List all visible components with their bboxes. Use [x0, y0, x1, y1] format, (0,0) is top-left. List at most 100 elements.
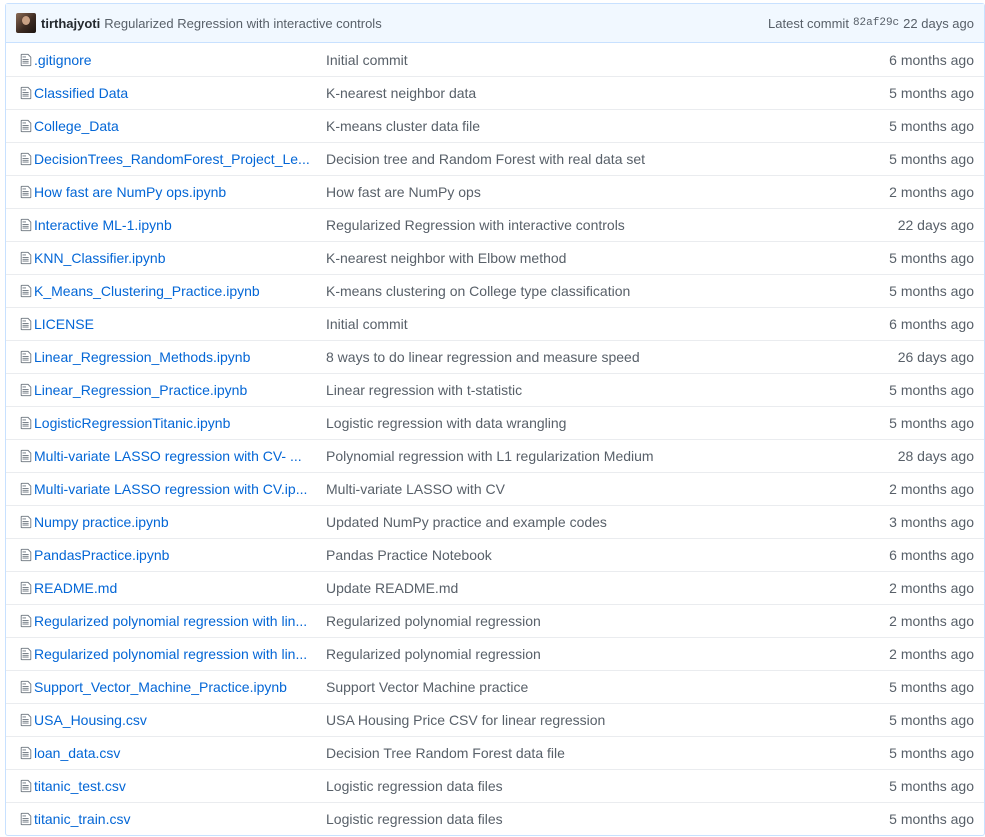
file-commit-message-link[interactable]: Initial commit: [326, 52, 834, 68]
file-name-link[interactable]: LICENSE: [33, 316, 320, 332]
file-commit-message-link[interactable]: How fast are NumPy ops: [326, 184, 834, 200]
file-text-icon: [20, 218, 32, 232]
commit-message-link[interactable]: Regularized Regression with interactive …: [104, 16, 381, 31]
file-name-link[interactable]: USA_Housing.csv: [33, 712, 320, 728]
file-row: USA_Housing.csv USA Housing Price CSV for…: [6, 703, 984, 736]
file-commit-age: 5 months ago: [889, 382, 974, 398]
commit-author-link[interactable]: tirthajyoti: [41, 16, 100, 31]
file-commit-age: 5 months ago: [889, 778, 974, 794]
file-row: loan_data.csv Decision Tree Random Forest…: [6, 736, 984, 769]
file-commit-age: 6 months ago: [889, 316, 974, 332]
file-name-link[interactable]: Support_Vector_Machine_Practice.ipynb: [33, 679, 320, 695]
file-icon-cell: [6, 350, 33, 364]
file-icon-cell: [6, 383, 33, 397]
file-name-link[interactable]: College_Data: [33, 118, 320, 134]
file-icon-cell: [6, 614, 33, 628]
file-name-link[interactable]: DecisionTrees_RandomForest_Project_Le...: [33, 151, 320, 167]
file-row: titanic_test.csv Logistic regression data…: [6, 769, 984, 802]
file-name-link[interactable]: titanic_train.csv: [33, 811, 320, 827]
file-name-link[interactable]: PandasPractice.ipynb: [33, 547, 320, 563]
file-name-link[interactable]: loan_data.csv: [33, 745, 320, 761]
commit-sha-link[interactable]: 82af29c: [853, 17, 899, 29]
file-row: How fast are NumPy ops.ipynb How fast are…: [6, 175, 984, 208]
file-commit-message-link[interactable]: Regularized Regression with interactive …: [326, 217, 834, 233]
file-icon-cell: [6, 812, 33, 826]
file-text-icon: [20, 647, 32, 661]
file-text-icon: [20, 746, 32, 760]
file-commit-message-link[interactable]: K-means clustering on College type class…: [326, 283, 834, 299]
file-text-icon: [20, 350, 32, 364]
file-commit-message-link[interactable]: Logistic regression data files: [326, 778, 834, 794]
file-commit-age: 2 months ago: [889, 580, 974, 596]
avatar[interactable]: [16, 13, 36, 33]
file-commit-message-link[interactable]: 8 ways to do linear regression and measu…: [326, 349, 834, 365]
file-text-icon: [20, 548, 32, 562]
file-commit-age: 3 months ago: [889, 514, 974, 530]
file-text-icon: [20, 416, 32, 430]
file-name-link[interactable]: Linear_Regression_Practice.ipynb: [33, 382, 320, 398]
file-icon-cell: [6, 317, 33, 331]
file-icon-cell: [6, 680, 33, 694]
file-name-link[interactable]: Classified Data: [33, 85, 320, 101]
file-row: .gitignore Initial commit 6 months ago: [6, 43, 984, 76]
file-commit-message-link[interactable]: Regularized polynomial regression: [326, 646, 834, 662]
file-row: Linear_Regression_Practice.ipynb Linear r…: [6, 373, 984, 406]
file-name-link[interactable]: K_Means_Clustering_Practice.ipynb: [33, 283, 320, 299]
file-row: LogisticRegressionTitanic.ipynb Logistic …: [6, 406, 984, 439]
file-commit-message-link[interactable]: Decision tree and Random Forest with rea…: [326, 151, 834, 167]
file-commit-age: 5 months ago: [889, 151, 974, 167]
file-row: Multi-variate LASSO regression with CV- …: [6, 439, 984, 472]
file-commit-message-link[interactable]: Pandas Practice Notebook: [326, 547, 834, 563]
file-name-link[interactable]: Multi-variate LASSO regression with CV- …: [33, 448, 320, 464]
file-name-link[interactable]: KNN_Classifier.ipynb: [33, 250, 320, 266]
file-commit-message-link[interactable]: Decision Tree Random Forest data file: [326, 745, 834, 761]
file-commit-message-link[interactable]: Linear regression with t-statistic: [326, 382, 834, 398]
file-name-link[interactable]: Interactive ML-1.ipynb: [33, 217, 320, 233]
file-text-icon: [20, 86, 32, 100]
file-text-icon: [20, 251, 32, 265]
file-commit-age: 5 months ago: [889, 283, 974, 299]
file-commit-message-link[interactable]: K-nearest neighbor data: [326, 85, 834, 101]
file-icon-cell: [6, 713, 33, 727]
file-commit-message-link[interactable]: Polynomial regression with L1 regulariza…: [326, 448, 834, 464]
latest-commit-label: Latest commit: [768, 15, 849, 31]
file-commit-message-link[interactable]: Regularized polynomial regression: [326, 613, 834, 629]
file-text-icon: [20, 185, 32, 199]
file-text-icon: [20, 812, 32, 826]
file-icon-cell: [6, 548, 33, 562]
file-icon-cell: [6, 515, 33, 529]
file-commit-message-link[interactable]: Updated NumPy practice and example codes: [326, 514, 834, 530]
file-commit-message-link[interactable]: Update README.md: [326, 580, 834, 596]
file-commit-message-link[interactable]: K-nearest neighbor with Elbow method: [326, 250, 834, 266]
file-commit-age: 5 months ago: [889, 811, 974, 827]
file-commit-message-link[interactable]: Logistic regression data files: [326, 811, 834, 827]
file-icon-cell: [6, 86, 33, 100]
file-icon-cell: [6, 779, 33, 793]
file-row: PandasPractice.ipynb Pandas Practice Note…: [6, 538, 984, 571]
file-name-link[interactable]: Multi-variate LASSO regression with CV.i…: [33, 481, 320, 497]
file-name-link[interactable]: LogisticRegressionTitanic.ipynb: [33, 415, 320, 431]
file-name-link[interactable]: titanic_test.csv: [33, 778, 320, 794]
file-text-icon: [20, 284, 32, 298]
file-commit-message-link[interactable]: Initial commit: [326, 316, 834, 332]
file-name-link[interactable]: Regularized polynomial regression with l…: [33, 613, 320, 629]
file-commit-message-link[interactable]: K-means cluster data file: [326, 118, 834, 134]
file-commit-age: 28 days ago: [897, 448, 974, 464]
file-name-link[interactable]: README.md: [33, 580, 320, 596]
file-commit-message-link[interactable]: USA Housing Price CSV for linear regress…: [326, 712, 834, 728]
file-commit-age: 5 months ago: [889, 250, 974, 266]
file-commit-message-link[interactable]: Support Vector Machine practice: [326, 679, 834, 695]
file-commit-age: 5 months ago: [889, 712, 974, 728]
file-name-link[interactable]: Linear_Regression_Methods.ipynb: [33, 349, 320, 365]
file-name-link[interactable]: Regularized polynomial regression with l…: [33, 646, 320, 662]
latest-commit-bar: tirthajyoti Regularized Regression with …: [6, 4, 984, 43]
file-name-link[interactable]: Numpy practice.ipynb: [33, 514, 320, 530]
file-icon-cell: [6, 284, 33, 298]
file-name-link[interactable]: .gitignore: [33, 52, 320, 68]
file-commit-age: 5 months ago: [889, 118, 974, 134]
file-commit-message-link[interactable]: Multi-variate LASSO with CV: [326, 481, 834, 497]
file-commit-age: 6 months ago: [889, 547, 974, 563]
file-commit-message-link[interactable]: Logistic regression with data wrangling: [326, 415, 834, 431]
file-name-link[interactable]: How fast are NumPy ops.ipynb: [33, 184, 320, 200]
file-icon-cell: [6, 746, 33, 760]
